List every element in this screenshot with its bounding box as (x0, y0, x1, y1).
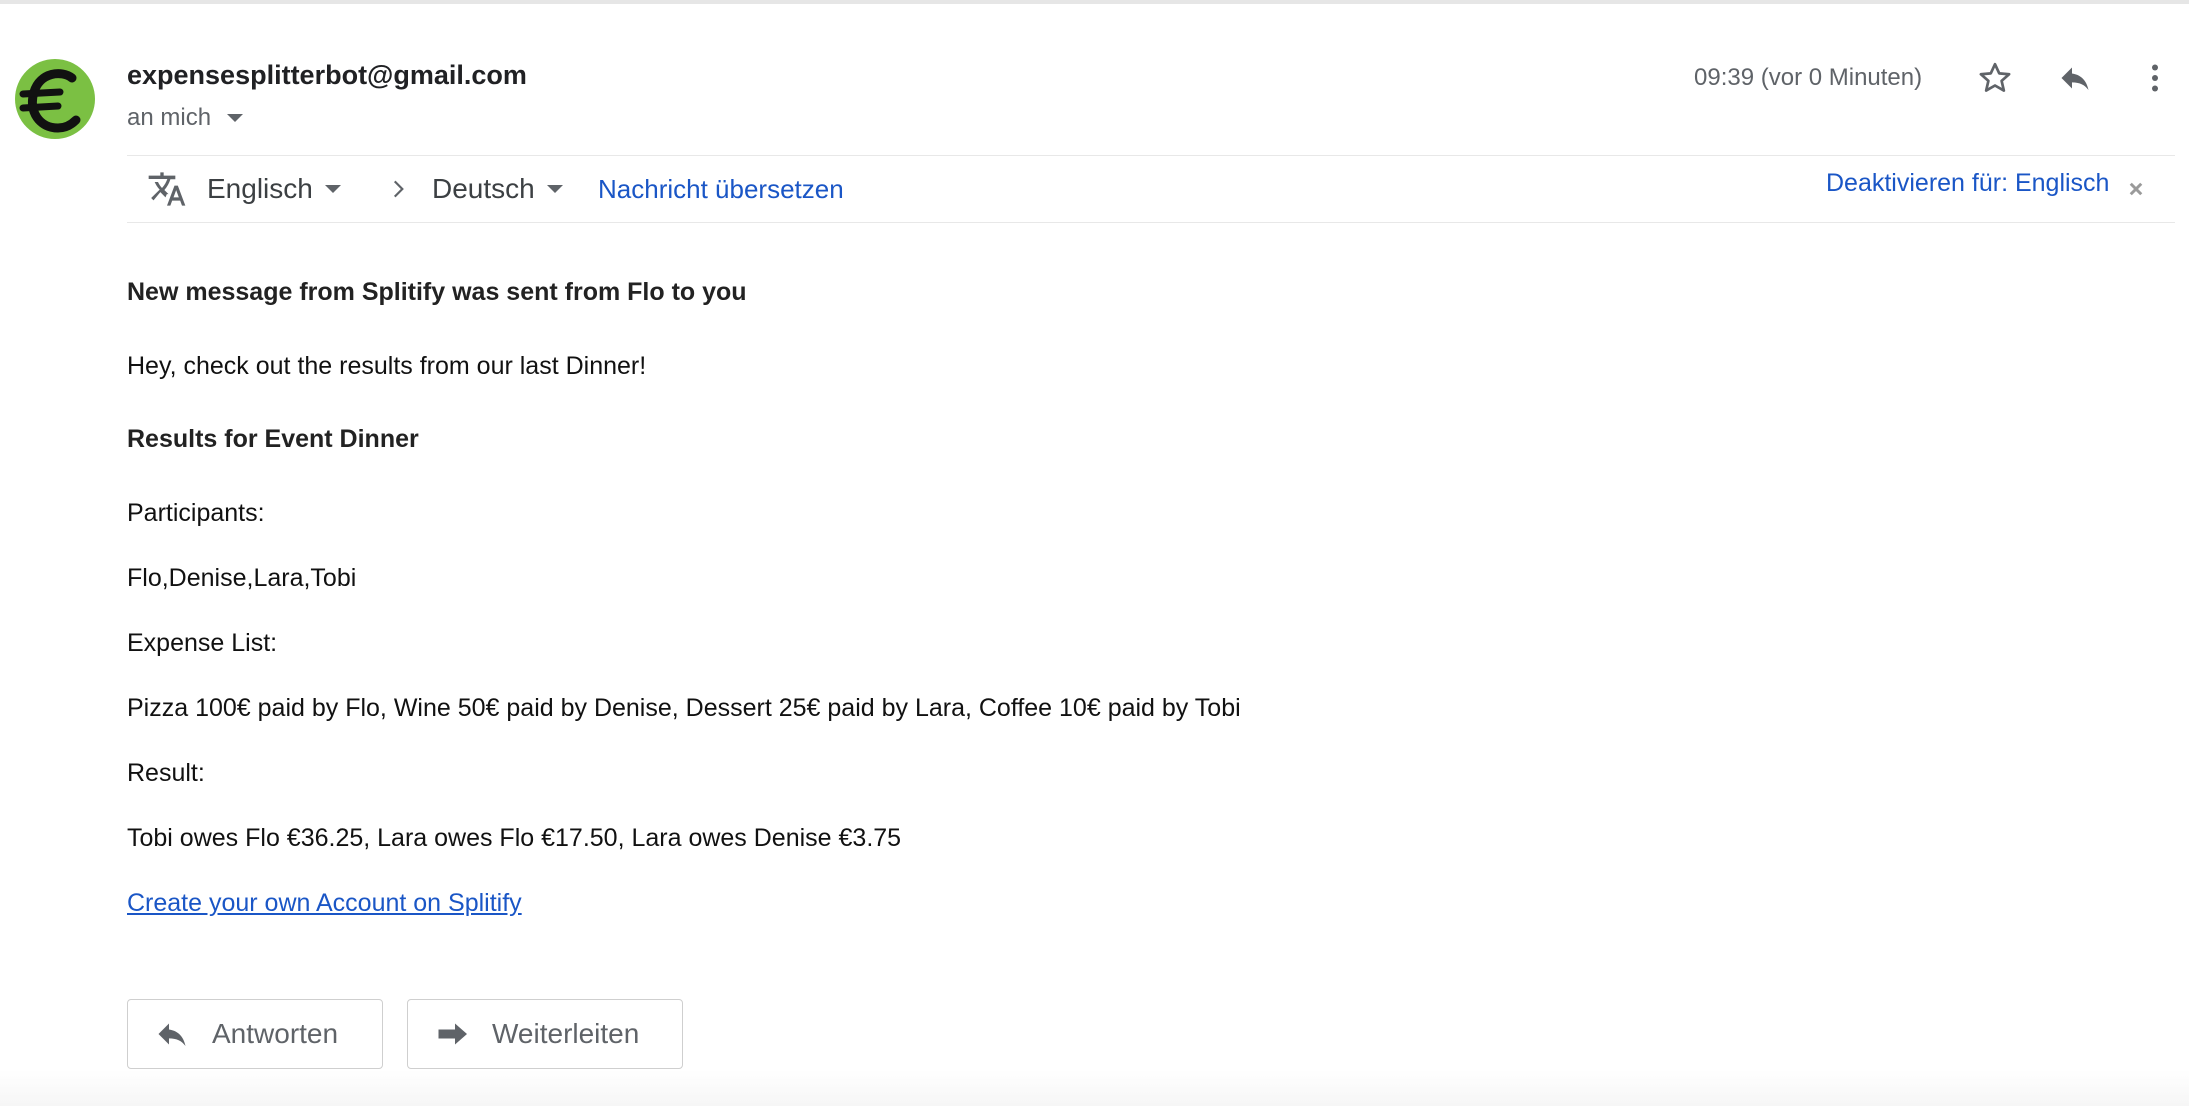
chevron-down-icon (324, 185, 341, 193)
reply-icon (152, 1014, 192, 1054)
participants-label: Participants: (127, 499, 265, 527)
close-icon (2129, 182, 2143, 196)
forward-action-button[interactable]: Weiterleiten (407, 999, 683, 1069)
result-text: Tobi owes Flo €36.25, Lara owes Flo €17.… (127, 824, 902, 852)
source-language-dropdown[interactable]: Englisch (207, 156, 341, 222)
reply-button[interactable] (2053, 56, 2097, 100)
disable-translation-link[interactable]: Deaktivieren für: Englisch (1826, 150, 2109, 216)
message-timestamp: 09:39 (vor 0 Minuten) (1694, 64, 1923, 91)
top-divider (0, 0, 2189, 4)
message-heading: New message from Splitify was sent from … (127, 278, 747, 306)
star-icon (1979, 62, 2011, 92)
chevron-down-icon (546, 185, 563, 193)
target-language-label: Deutsch (432, 173, 535, 204)
reply-action-button[interactable]: Antworten (127, 999, 383, 1069)
euro-icon (15, 59, 95, 139)
sender-address[interactable]: expensesplitterbot@gmail.com (127, 60, 527, 91)
message-greeting: Hey, check out the results from our last… (127, 352, 647, 380)
translate-message-link[interactable]: Nachricht übersetzen (598, 156, 844, 222)
participants-list: Flo,Denise,Lara,Tobi (127, 564, 357, 592)
translate-icon (147, 156, 187, 222)
results-title: Results for Event Dinner (127, 425, 419, 453)
forward-action-label: Weiterleiten (492, 1018, 640, 1049)
translate-bar: Englisch Deutsch Nachricht übersetzen De… (127, 155, 2175, 223)
bottom-edge (0, 1070, 2189, 1106)
source-language-label: Englisch (207, 173, 313, 204)
forward-icon (432, 1014, 472, 1054)
more-vert-icon (2152, 64, 2158, 92)
create-account-link[interactable]: Create your own Account on Splitify (127, 889, 522, 918)
reply-action-label: Antworten (212, 1018, 339, 1049)
more-options-button[interactable] (2133, 56, 2177, 100)
expense-list: Pizza 100€ paid by Flo, Wine 50€ paid by… (127, 694, 1241, 722)
sender-avatar[interactable] (14, 58, 96, 140)
reply-icon (2061, 67, 2089, 90)
expense-list-label: Expense List: (127, 629, 278, 657)
recipient-details-toggle[interactable]: an mich (127, 104, 244, 132)
result-label: Result: (127, 759, 205, 787)
chevron-down-icon (227, 114, 244, 122)
close-translate-button[interactable] (2127, 156, 2145, 222)
chevron-right-icon (385, 156, 411, 222)
recipient-label: an mich (127, 104, 212, 131)
target-language-dropdown[interactable]: Deutsch (432, 156, 563, 222)
star-button[interactable] (1973, 56, 2017, 100)
